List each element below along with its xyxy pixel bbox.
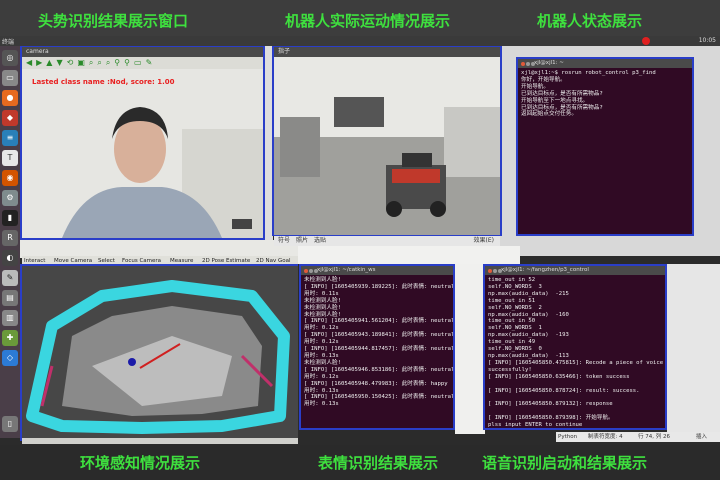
camera-titlebar: camera (22, 47, 263, 57)
annotation-voice: 语音识别启动和结果展示 (482, 454, 648, 472)
close-icon[interactable] (521, 62, 525, 66)
effects-button[interactable]: 效果(E) (474, 236, 494, 246)
files-icon[interactable]: ▭ (2, 70, 18, 86)
editor-background (455, 264, 485, 434)
minimize-icon[interactable] (309, 269, 313, 273)
state-terminal-title: xjl@xjl1: ~ (534, 60, 564, 66)
writer-icon[interactable]: ≡ (2, 130, 18, 146)
vscode-icon[interactable]: ◇ (2, 350, 18, 366)
annotation-robot: 机器人实际运动情况展示 (285, 12, 451, 30)
settings-icon[interactable]: ⚙ (2, 190, 18, 206)
voice-terminal-titlebar: xjl@xjl1: ~/fangzhen/p3_control (485, 266, 665, 275)
maximize-icon[interactable] (498, 269, 502, 273)
camera-title: camera (26, 48, 49, 55)
terminal-icon[interactable]: ▮ (2, 210, 18, 226)
text-editor-icon[interactable]: T (2, 150, 18, 166)
window-controls[interactable] (304, 268, 319, 277)
close-icon[interactable] (304, 269, 308, 273)
maximize-icon[interactable] (314, 269, 318, 273)
gesture-result-label: Lasted class name :Nod, score: 1.00 (32, 78, 175, 86)
image-viewer-bottom-bar: 符号 照片 选贴 效果(E) (274, 236, 500, 246)
maximize-icon[interactable] (531, 62, 535, 66)
gazebo-icon[interactable]: ◐ (2, 250, 18, 266)
camera-feed (22, 69, 263, 238)
robot-titlebar: 指子 (274, 47, 500, 57)
state-terminal-titlebar: xjl@xjl1: ~ (518, 59, 692, 68)
search-icon[interactable]: ◎ (2, 50, 18, 66)
close-icon[interactable] (488, 269, 492, 273)
annotation-env: 环境感知情况展示 (80, 454, 201, 472)
system-bar: 终端 10:05 (0, 36, 720, 46)
window-controls[interactable] (521, 61, 536, 70)
editor-background (667, 264, 720, 434)
image-viewer-strip (298, 246, 520, 264)
robot-camera-feed (274, 57, 500, 235)
plugin-icon[interactable]: ✚ (2, 330, 18, 346)
emotion-terminal-title: xjl@xjl1: ~/catkin_ws (317, 267, 376, 273)
app-icon[interactable]: ▤ (2, 290, 18, 306)
annotation-state: 机器人状态展示 (537, 12, 643, 30)
camera-toolbar: ◀▶▲▼⟲▣⌕⌕⌕⚲⚲▭✎ (22, 57, 263, 69)
minimize-icon[interactable] (526, 62, 530, 66)
tab-sticker[interactable]: 选贴 (314, 236, 326, 246)
robot-title: 指子 (278, 48, 291, 55)
voice-terminal-frame: xjl@xjl1: ~/fangzhen/p3_control time_out… (483, 264, 667, 430)
clock: 10:05 (698, 37, 716, 44)
cursor-position: 行 74, 列 26 (638, 434, 670, 440)
rviz-statusbar (22, 438, 298, 444)
window-controls[interactable] (488, 268, 503, 277)
voice-terminal-output[interactable]: time_out in 52 self.NO_WORDS 3 np.max(au… (485, 275, 665, 428)
tab-symbol[interactable]: 符号 (278, 236, 290, 246)
voice-terminal-title: xjl@xjl1: ~/fangzhen/p3_control (501, 267, 589, 273)
app-icon[interactable]: ▥ (2, 310, 18, 326)
annotation-emotion: 表情识别结果展示 (318, 454, 439, 472)
state-terminal-frame: xjl@xjl1: ~ xjl@xjl1:~$ rosrun robot_con… (516, 57, 694, 236)
language-selector[interactable]: Python (558, 432, 577, 442)
annotation-head: 头势识别结果展示窗口 (38, 12, 189, 30)
software-icon[interactable]: ◆ (2, 110, 18, 126)
trash-icon[interactable]: ▯ (2, 416, 18, 432)
insert-mode: 插入 (696, 434, 708, 440)
robot-scene-image (274, 57, 500, 235)
emotion-terminal-titlebar: xjl@xjl1: ~/catkin_ws (301, 266, 453, 275)
record-icon[interactable] (642, 37, 650, 45)
launcher-sidebar: ◎ ▭ ● ◆ ≡ T ◉ ⚙ ▮ R ◐ ✎ ▤ ▥ ✚ ◇ ▯ (0, 46, 20, 438)
tab-width-selector[interactable]: 制表符宽度: 4 (588, 432, 623, 442)
editor-statusbar: Python 制表符宽度: 4 行 74, 列 26 插入 (556, 432, 720, 442)
person-image (22, 69, 263, 238)
firefox-icon[interactable]: ● (2, 90, 18, 106)
emotion-terminal-frame: xjl@xjl1: ~/catkin_ws 未检测到人脸! [ INFO] [1… (299, 264, 455, 430)
nav-arrows-icon[interactable]: ◀▶▲▼⟲▣⌕⌕⌕⚲⚲▭✎ (26, 58, 156, 68)
chrome-icon[interactable]: ◉ (2, 170, 18, 186)
state-terminal-output[interactable]: xjl@xjl1:~$ rosrun robot_control p3_find… (518, 68, 692, 234)
rviz-icon[interactable]: R (2, 230, 18, 246)
minimize-icon[interactable] (493, 269, 497, 273)
rviz-map-view[interactable] (22, 266, 298, 438)
map-canvas[interactable] (22, 266, 298, 438)
emotion-terminal-output[interactable]: 未检测到人脸! [ INFO] [1605405939.189225]: 此时表… (301, 275, 453, 428)
editor-icon[interactable]: ✎ (2, 270, 18, 286)
active-app-title: 终端 (2, 39, 15, 46)
tab-photo[interactable]: 照片 (296, 236, 308, 246)
